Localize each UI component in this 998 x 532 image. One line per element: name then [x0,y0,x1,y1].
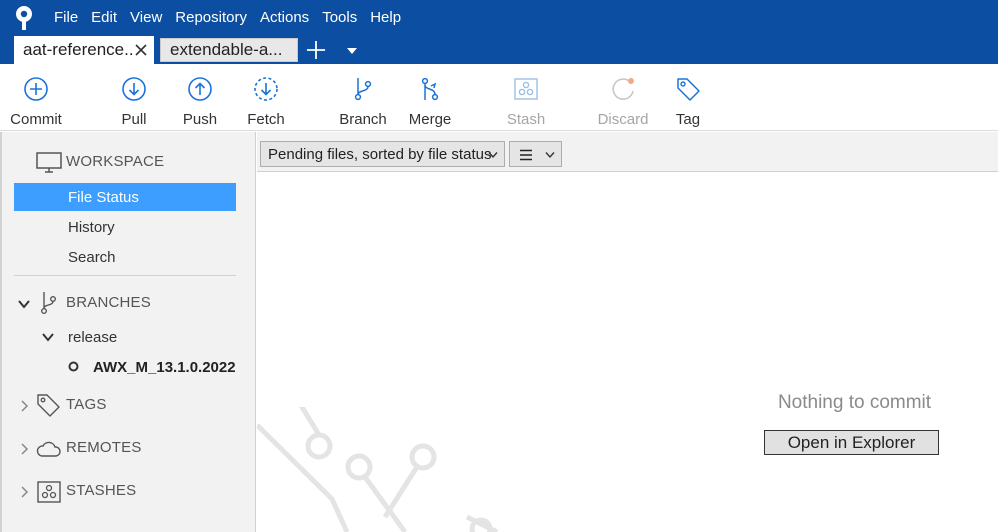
view-mode-dropdown[interactable] [509,141,562,167]
menu-tools[interactable]: Tools [322,9,357,26]
plus-icon[interactable] [306,40,326,60]
tab-label: aat-reference.. [23,40,134,59]
chevron-right-icon[interactable] [18,443,30,455]
empty-state-message: Nothing to commit [777,392,932,413]
tag-icon [37,394,60,417]
menu-view[interactable]: View [130,9,162,26]
merge-icon [421,77,439,101]
tab-repo-2[interactable]: extendable-a... [160,38,298,62]
chevron-down-icon[interactable] [42,332,54,342]
fetch-button[interactable]: Fetch [236,64,296,131]
chevron-down-icon [488,152,498,159]
push-icon [188,77,212,101]
sourcetree-window: File Edit View Repository Actions Tools … [0,0,998,532]
tab-repo-1[interactable]: aat-reference.. [14,36,154,64]
close-icon[interactable] [134,42,148,58]
stash-icon [514,78,538,100]
stashes-header[interactable]: STASHES [2,477,256,507]
fetch-icon [254,77,278,101]
menu-edit[interactable]: Edit [91,9,117,26]
stash-icon [37,481,61,503]
open-in-explorer-button[interactable]: Open in Explorer [764,430,939,455]
sort-dropdown[interactable]: Pending files, sorted by file status [260,141,505,167]
branch-folder-release[interactable]: release [14,323,236,351]
discard-icon [612,78,634,100]
menu-repository[interactable]: Repository [175,9,247,26]
sidebar-divider [14,275,236,276]
tab-label: extendable-a... [170,40,283,59]
branch-label: Branch [339,111,387,128]
merge-label: Merge [408,111,452,128]
title-bar: File Edit View Repository Actions Tools … [0,0,998,64]
pull-label: Pull [121,111,147,128]
discard-button[interactable]: Discard [592,64,654,131]
workspace-header: WORKSPACE [2,148,256,178]
branch-icon [354,78,372,101]
sidebar-item-label: History [68,219,115,236]
chevron-right-icon[interactable] [18,400,30,412]
menu-bar: File Edit View Repository Actions Tools … [54,0,414,34]
remotes-header[interactable]: REMOTES [2,434,256,464]
monitor-icon [36,152,62,173]
sidebar-item-history[interactable]: History [14,213,236,241]
file-status-panel: Pending files, sorted by file status Not… [257,132,998,532]
sourcetree-logo-icon [16,6,32,30]
pull-icon [122,77,146,101]
commit-icon [24,77,48,101]
fetch-label: Fetch [247,111,285,128]
sidebar-item-search[interactable]: Search [14,243,236,271]
push-label: Push [182,111,218,128]
tags-label: TAGS [66,396,107,413]
branch-folder-label: release [68,329,118,346]
stash-label: Stash [506,111,546,128]
branches-label: BRANCHES [66,294,151,311]
tags-header[interactable]: TAGS [2,391,256,421]
menu-actions[interactable]: Actions [260,9,309,26]
branch-icon [40,292,56,315]
commit-button[interactable]: Commit [4,64,68,131]
sidebar-item-file-status[interactable]: File Status [14,183,236,211]
commit-label: Commit [10,111,62,128]
merge-button[interactable]: Merge [400,64,460,131]
branch-name: AWX_M_13.1.0.2022 [93,359,236,376]
branch-button[interactable]: Branch [333,64,393,131]
tag-button[interactable]: Tag [658,64,718,131]
menu-file[interactable]: File [54,9,78,26]
stash-button[interactable]: Stash [496,64,556,131]
filter-bar: Pending files, sorted by file status [257,132,998,172]
chevron-down-icon [545,152,555,159]
list-view-icon [520,149,532,161]
tag-label: Tag [675,111,701,128]
toolbar: Commit Pull Push Fetch Branch Merge Stas… [0,64,998,131]
stashes-label: STASHES [66,482,137,499]
branches-header[interactable]: BRANCHES [2,289,256,319]
branch-item-current[interactable]: AWX_M_13.1.0.2022 [14,353,236,381]
sort-dropdown-value: Pending files, sorted by file status [268,146,492,163]
discard-label: Discard [597,111,649,128]
menu-help[interactable]: Help [370,9,401,26]
sidebar: WORKSPACE File Status History Search BRA… [0,132,256,532]
sidebar-item-label: File Status [68,189,139,206]
chevron-right-icon[interactable] [18,486,30,498]
remotes-label: REMOTES [66,439,142,456]
push-button[interactable]: Push [170,64,230,131]
cloud-icon [36,441,61,457]
current-branch-icon [68,361,79,372]
chevron-down-icon[interactable] [18,298,30,310]
workspace-label: WORKSPACE [66,153,165,170]
branch-graph-watermark-icon [257,407,499,532]
tag-icon [677,78,700,101]
pull-button[interactable]: Pull [104,64,164,131]
chevron-down-icon[interactable] [346,47,358,55]
sidebar-item-label: Search [68,249,116,266]
